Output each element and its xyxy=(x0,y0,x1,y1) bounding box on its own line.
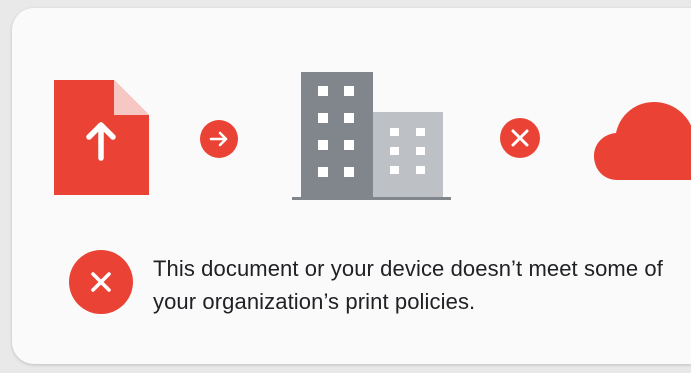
print-policy-card: This document or your device doesn’t mee… xyxy=(12,8,691,364)
print-flow-illustration xyxy=(12,8,691,228)
office-building-icon xyxy=(292,72,451,200)
close-circle-icon xyxy=(500,118,540,158)
arrow-right-icon xyxy=(200,120,238,158)
cloud-icon xyxy=(594,102,691,180)
error-circle-icon xyxy=(69,250,133,314)
document-upload-icon xyxy=(54,80,149,195)
policy-message: This document or your device doesn’t mee… xyxy=(153,256,663,314)
